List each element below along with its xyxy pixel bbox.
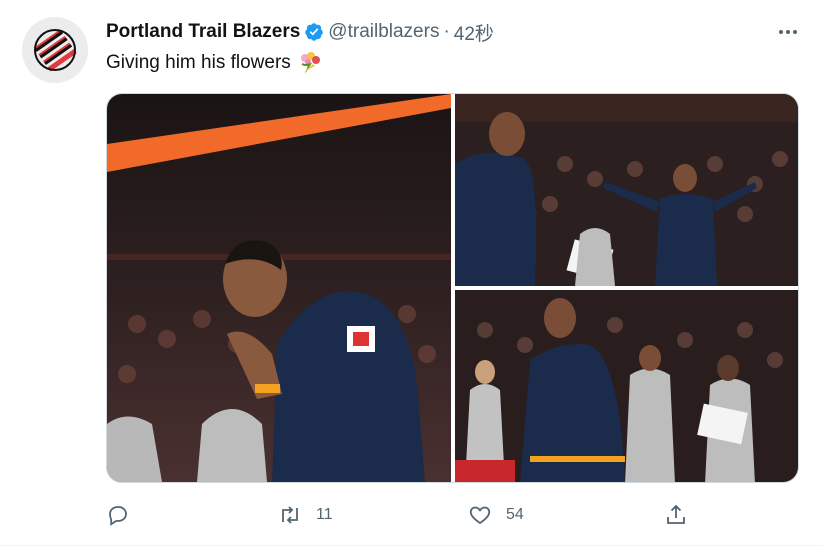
- media-photo-3[interactable]: [455, 290, 798, 482]
- tweet-text-content: Giving him his flowers: [106, 52, 291, 73]
- retweet-icon: [282, 506, 298, 524]
- blazers-logo-icon: [22, 17, 88, 83]
- verified-badge-icon: [305, 23, 324, 41]
- retweet-button[interactable]: 11: [278, 500, 333, 530]
- tweet-actions: 11 54: [106, 500, 706, 530]
- author-handle[interactable]: @trailblazers: [328, 21, 439, 43]
- media-photo-1[interactable]: [107, 94, 451, 482]
- header-separator: ·: [443, 21, 450, 42]
- photo-crowd-celebration: [455, 94, 798, 286]
- photo-player-smiling: [455, 290, 798, 482]
- tweet[interactable]: Portland Trail Blazers @trailblazers · 4…: [0, 0, 823, 546]
- share-icon: [667, 504, 685, 524]
- like-count: 54: [506, 506, 524, 523]
- author-avatar[interactable]: [22, 17, 88, 83]
- like-icon: [469, 506, 491, 525]
- like-button[interactable]: 54: [468, 500, 524, 530]
- tweet-timestamp[interactable]: 42秒: [454, 19, 494, 46]
- reply-button[interactable]: [106, 500, 144, 530]
- share-button[interactable]: [664, 500, 702, 530]
- media-photo-2[interactable]: [455, 94, 798, 286]
- tweet-text: Giving him his flowers: [106, 50, 323, 76]
- reply-icon: [109, 506, 127, 526]
- author-name[interactable]: Portland Trail Blazers: [106, 21, 300, 43]
- bouquet-emoji: [300, 52, 320, 74]
- retweet-count: 11: [316, 506, 333, 523]
- photo-player-gesture: [107, 94, 451, 482]
- tweet-media-grid: [106, 93, 799, 483]
- tweet-header: Portland Trail Blazers @trailblazers · 4…: [106, 19, 494, 46]
- more-icon[interactable]: [775, 22, 801, 42]
